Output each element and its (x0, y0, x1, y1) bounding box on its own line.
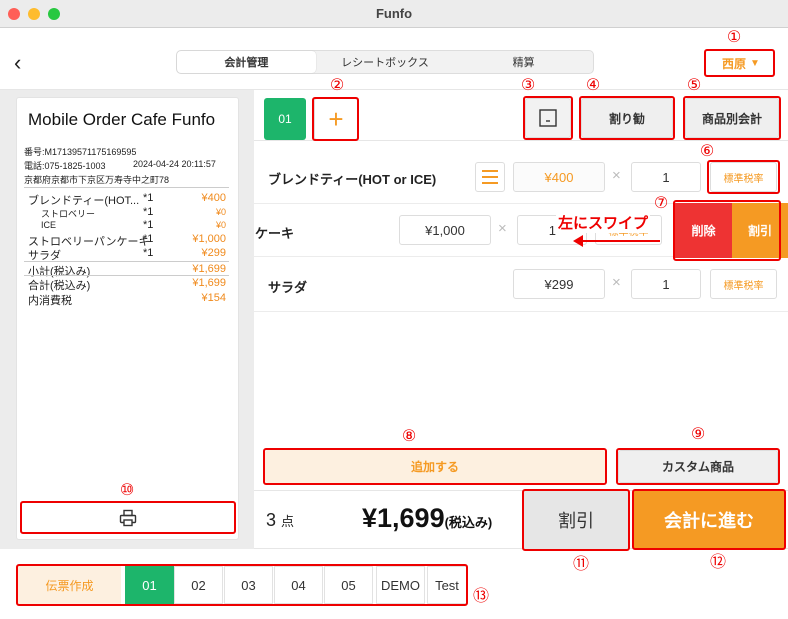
annotation-number: ⑪ (572, 554, 589, 573)
annotation-number: ⑩ (119, 480, 135, 499)
item-count: 3 点 (266, 510, 294, 531)
annotation-number: ④ (585, 75, 601, 94)
annotation-box (523, 96, 573, 140)
receipt-address: 京都府京都市下京区万寿寺中之町78 (24, 175, 170, 185)
annotation-box (707, 160, 780, 194)
receipt-line-price: ¥1,000 (192, 233, 226, 245)
item-tax-rate[interactable]: 標準税率 (710, 269, 777, 299)
swipe-left-arrow-icon (573, 235, 660, 247)
annotation-number: ③ (520, 75, 536, 94)
receipt-preview: Mobile Order Cafe Funfo 番号:M171395711751… (16, 97, 239, 540)
receipt-line-name: ICE (41, 220, 57, 230)
item-name: ブレンドティー(HOT or ICE) (268, 172, 437, 187)
times-icon: × (498, 220, 507, 237)
annotation-box (616, 448, 780, 485)
item-count-unit: 点 (281, 514, 295, 529)
item-price[interactable]: ¥1,000 (399, 215, 491, 245)
receipt-total: ¥1,699 (192, 277, 226, 289)
times-icon: × (612, 167, 621, 184)
order-total: ¥1,699(税込み) (362, 503, 492, 534)
receipt-tax-label: 内消費税 (28, 295, 72, 307)
receipt-line-name: ストロベリー (41, 209, 96, 219)
annotation-number: ① (726, 27, 742, 46)
receipt-line-price: ¥0 (215, 220, 226, 230)
annotation-number: ⑫ (709, 552, 726, 571)
item-qty[interactable]: 1 (631, 162, 701, 192)
annotation-box (522, 489, 630, 551)
receipt-datetime: 2024-04-24 20:11:57 (133, 159, 216, 169)
item-name: サラダ (268, 280, 308, 295)
window-title: Funfo (375, 6, 413, 21)
order-total-amount: ¥1,699 (362, 503, 445, 533)
times-icon: × (612, 274, 621, 291)
receipt-line-price: ¥400 (201, 192, 226, 204)
swipe-hint: 左にスワイプ (556, 212, 651, 233)
receipt-line-price: ¥0 (215, 207, 226, 217)
receipt-tax: ¥154 (201, 292, 226, 304)
annotation-box (312, 97, 359, 141)
tab-settlement[interactable]: 精算 (454, 51, 593, 73)
order-tab-01[interactable]: 01 (264, 98, 306, 140)
item-qty[interactable]: 1 (631, 269, 701, 299)
back-chevron-icon[interactable]: ‹ (14, 50, 21, 76)
tab-accounting[interactable]: 会計管理 (177, 51, 316, 73)
receipt-total-label: 合計(税込み) (28, 280, 91, 292)
item-count-value: 3 (266, 510, 277, 530)
receipt-divider (24, 187, 229, 188)
annotation-box (704, 49, 775, 77)
main-tabs: 会計管理 レシートボックス 精算 (176, 50, 594, 74)
receipt-divider (24, 261, 229, 262)
annotation-number: ⑦ (653, 193, 669, 212)
annotation-box (20, 501, 236, 534)
order-total-suffix: (税込み) (444, 515, 493, 530)
receipt-subtotal: ¥1,699 (192, 263, 226, 275)
receipt-line-qty: *1 (143, 206, 154, 218)
annotation-box (263, 448, 607, 485)
annotation-number: ⑥ (699, 141, 715, 160)
item-price[interactable]: ¥299 (513, 269, 605, 299)
annotation-number: ⑨ (690, 424, 706, 443)
item-price[interactable]: ¥400 (513, 162, 605, 192)
receipt-line-qty: *1 (143, 219, 154, 231)
annotation-box (16, 564, 468, 606)
receipt-tel: 電話:075-1825-1003 (24, 161, 106, 171)
receipt-line-qty: *1 (143, 247, 154, 259)
tab-receipt-box[interactable]: レシートボックス (316, 51, 455, 73)
annotation-number: ② (329, 75, 345, 94)
window-titlebar: Funfo (0, 0, 788, 28)
annotation-box (579, 96, 675, 140)
receipt-line-qty: *1 (143, 192, 154, 204)
annotation-box (673, 200, 781, 261)
row-divider (254, 311, 788, 312)
annotation-box (683, 96, 781, 140)
receipt-line-price: ¥299 (201, 247, 226, 259)
receipt-number: 番号:M17139571175169595 (24, 147, 137, 157)
annotation-number: ⑤ (686, 75, 702, 94)
item-options-button[interactable] (475, 162, 505, 192)
receipt-line-qty: *1 (143, 233, 154, 245)
annotation-number: ⑬ (472, 586, 489, 605)
receipt-store-name: Mobile Order Cafe Funfo (28, 110, 216, 129)
annotation-box (632, 489, 786, 550)
receipt-divider (24, 275, 229, 276)
receipt-line-name: ブレンドティー(HOT... (28, 195, 140, 207)
item-name: ケーキ (255, 226, 295, 241)
annotation-number: ⑧ (401, 426, 417, 445)
